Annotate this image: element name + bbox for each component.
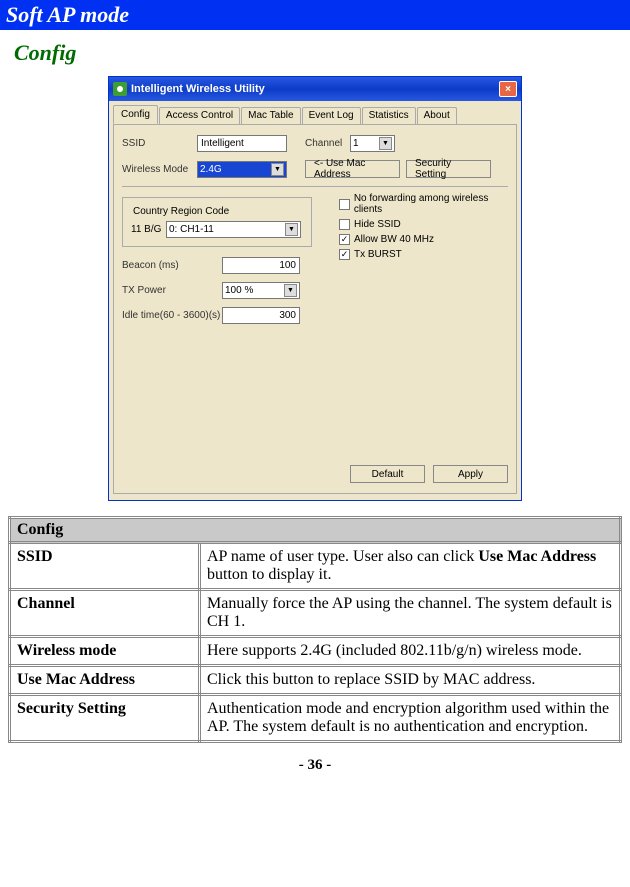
default-button[interactable]: Default — [350, 465, 425, 483]
tab-config[interactable]: Config — [113, 105, 158, 124]
country-region-value: 0: CH1-11 — [169, 224, 214, 235]
no-forwarding-checkbox[interactable] — [339, 199, 350, 210]
tab-statistics[interactable]: Statistics — [362, 107, 416, 124]
no-forwarding-label: No forwarding among wireless clients — [354, 193, 516, 215]
row-desc: Here supports 2.4G (included 802.11b/g/n… — [200, 637, 621, 666]
allow-bw-label: Allow BW 40 MHz — [354, 234, 434, 245]
tx-power-select[interactable]: 100 % ▼ — [222, 282, 300, 299]
table-row: Channel Manually force the AP using the … — [10, 590, 621, 637]
tab-access-control[interactable]: Access Control — [159, 107, 240, 124]
app-icon — [113, 82, 127, 96]
tx-power-value: 100 % — [225, 285, 253, 296]
tx-power-label: TX Power — [122, 285, 222, 296]
ssid-label: SSID — [122, 138, 197, 149]
hide-ssid-row[interactable]: Hide SSID — [339, 219, 516, 230]
table-row: Security Setting Authentication mode and… — [10, 695, 621, 742]
app-title: Intelligent Wireless Utility — [131, 83, 499, 95]
close-button[interactable]: × — [499, 81, 517, 97]
wireless-mode-label: Wireless Mode — [122, 164, 197, 175]
app-window: Intelligent Wireless Utility × Config Ac… — [108, 76, 522, 501]
tab-panel-config: SSID Channel 1 ▼ Wireless Mode 2.4G ▼ <-… — [113, 124, 517, 494]
country-band-label: 11 B/G — [131, 224, 166, 235]
row-desc: Manually force the AP using the channel.… — [200, 590, 621, 637]
hide-ssid-label: Hide SSID — [354, 219, 401, 230]
channel-value: 1 — [353, 138, 359, 149]
table-row: Use Mac Address Click this button to rep… — [10, 666, 621, 695]
allow-bw-checkbox[interactable] — [339, 234, 350, 245]
ssid-input[interactable] — [197, 135, 287, 152]
country-region-select[interactable]: 0: CH1-11 ▼ — [166, 221, 301, 238]
security-setting-button[interactable]: Security Setting — [406, 160, 491, 178]
row-desc: AP name of user type. User also can clic… — [200, 543, 621, 590]
channel-select[interactable]: 1 ▼ — [350, 135, 395, 152]
title-bar: Intelligent Wireless Utility × — [109, 77, 521, 101]
config-table-header: Config — [10, 518, 621, 543]
hide-ssid-checkbox[interactable] — [339, 219, 350, 230]
tab-mac-table[interactable]: Mac Table — [241, 107, 300, 124]
beacon-input[interactable] — [222, 257, 300, 274]
use-mac-address-button[interactable]: <- Use Mac Address — [305, 160, 400, 178]
country-region-fieldset: Country Region Code 11 B/G 0: CH1-11 ▼ — [122, 197, 312, 247]
apply-button[interactable]: Apply — [433, 465, 508, 483]
config-table: Config SSID AP name of user type. User a… — [8, 516, 622, 743]
wireless-mode-select[interactable]: 2.4G ▼ — [197, 161, 287, 178]
row-desc: Authentication mode and encryption algor… — [200, 695, 621, 742]
tab-strip: Config Access Control Mac Table Event Lo… — [109, 101, 521, 124]
row-name: Security Setting — [10, 695, 200, 742]
table-row: Wireless mode Here supports 2.4G (includ… — [10, 637, 621, 666]
chevron-down-icon: ▼ — [285, 223, 298, 236]
wireless-mode-value: 2.4G — [200, 164, 222, 175]
tab-about[interactable]: About — [417, 107, 457, 124]
tx-burst-checkbox[interactable] — [339, 249, 350, 260]
tab-event-log[interactable]: Event Log — [302, 107, 361, 124]
row-name: Channel — [10, 590, 200, 637]
channel-label: Channel — [305, 138, 350, 149]
page-title: Soft AP mode — [6, 2, 129, 27]
idle-time-label: Idle time(60 - 3600)(s) — [122, 310, 222, 321]
country-region-legend: Country Region Code — [131, 206, 231, 217]
row-desc: Click this button to replace SSID by MAC… — [200, 666, 621, 695]
row-name: Use Mac Address — [10, 666, 200, 695]
table-row: SSID AP name of user type. User also can… — [10, 543, 621, 590]
chevron-down-icon: ▼ — [271, 163, 284, 176]
section-heading: Config — [0, 30, 630, 76]
options-group: No forwarding among wireless clients Hid… — [339, 193, 516, 264]
row-name: Wireless mode — [10, 637, 200, 666]
page-footer: - 36 - — [0, 753, 630, 778]
tx-burst-row[interactable]: Tx BURST — [339, 249, 516, 260]
no-forwarding-row[interactable]: No forwarding among wireless clients — [339, 193, 516, 215]
chevron-down-icon: ▼ — [284, 284, 297, 297]
beacon-label: Beacon (ms) — [122, 260, 222, 271]
idle-time-input[interactable] — [222, 307, 300, 324]
row-name: SSID — [10, 543, 200, 590]
tx-burst-label: Tx BURST — [354, 249, 402, 260]
allow-bw-row[interactable]: Allow BW 40 MHz — [339, 234, 516, 245]
page-title-bar: Soft AP mode — [0, 0, 630, 30]
divider — [122, 186, 508, 187]
chevron-down-icon: ▼ — [379, 137, 392, 150]
